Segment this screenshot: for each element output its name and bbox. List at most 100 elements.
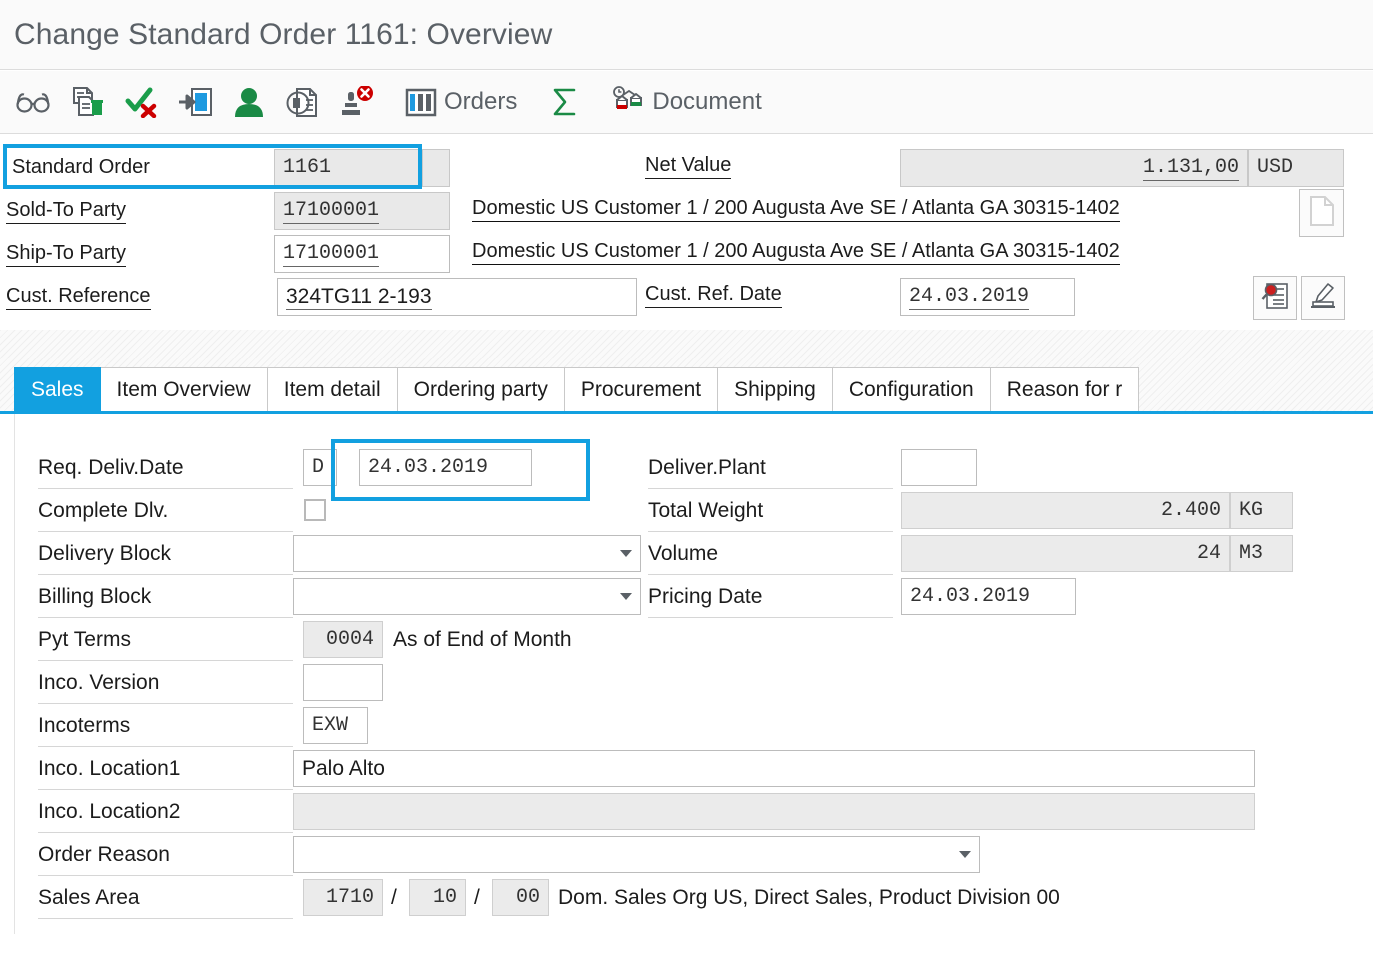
cust-ref-date-value: 24.03.2019	[909, 284, 1030, 310]
sales-area-separator-1: /	[391, 885, 397, 909]
copy-document-button[interactable]	[60, 75, 114, 129]
req-deliv-date-type-value: D	[312, 456, 325, 479]
pyt-terms-description: As of End of Month	[393, 627, 572, 651]
texts-button[interactable]	[1301, 276, 1345, 320]
tab-reason-for-rejection-label: Reason for r	[1006, 378, 1123, 401]
volume-unit-field: M3	[1230, 535, 1293, 572]
inco-location2-label: Inco. Location2	[38, 799, 181, 823]
cust-ref-date-label: Cust. Ref. Date	[645, 281, 782, 308]
order-reason-label: Order Reason	[38, 842, 170, 866]
sold-to-party-label: Sold-To Party	[6, 197, 127, 224]
availability-button[interactable]	[276, 75, 330, 129]
incoterms-field[interactable]: EXW	[303, 707, 368, 744]
delivery-block-dropdown[interactable]	[293, 535, 641, 572]
cust-ref-date-field[interactable]: 24.03.2019	[900, 278, 1075, 316]
sold-to-party-description: Domestic US Customer 1 / 200 Augusta Ave…	[472, 195, 1120, 222]
sold-to-party-field[interactable]: 17100001	[274, 192, 450, 230]
texts-icon	[1309, 282, 1337, 315]
deliver-plant-field[interactable]	[901, 449, 977, 486]
tab-item-detail[interactable]: Item detail	[267, 367, 398, 412]
partner-button[interactable]	[222, 75, 276, 129]
header-row-sold-to: Sold-To Party 17100001 Domestic US Custo…	[0, 189, 1373, 237]
sum-button[interactable]	[538, 75, 592, 129]
header-row-cust-reference: Cust. Reference 324TG11 2-193 Cust. Ref.…	[0, 275, 1373, 320]
sales-area-description: Dom. Sales Org US, Direct Sales, Product…	[558, 885, 1060, 909]
sold-to-party-value: 17100001	[283, 198, 380, 224]
display-mode-button[interactable]	[6, 75, 60, 129]
tab-active-notch	[60, 404, 78, 413]
tab-sales[interactable]: Sales	[14, 367, 101, 412]
tab-strip: Sales Item Overview Item detail Ordering…	[0, 358, 1373, 412]
tab-ordering-party[interactable]: Ordering party	[397, 367, 565, 412]
orders-columns-icon	[405, 86, 437, 118]
incoterms-label: Incoterms	[38, 713, 131, 737]
incompletion-log-button[interactable]	[114, 75, 168, 129]
inco-location1-value: Palo Alto	[302, 756, 385, 780]
ship-to-party-field[interactable]: 17100001	[274, 235, 450, 273]
volume-value: 24	[1196, 542, 1221, 565]
standard-order-field[interactable]: 1161	[274, 149, 422, 187]
tab-procurement[interactable]: Procurement	[564, 367, 719, 412]
document-flow-button[interactable]: Document	[602, 75, 768, 129]
row-incoterms: Incoterms EXW	[15, 704, 1373, 747]
header-separator-strip	[0, 330, 1373, 358]
cust-reference-label: Cust. Reference	[6, 283, 151, 310]
order-header-section: Standard Order 1161 Net Value 1.131,00 U…	[0, 134, 1373, 330]
inco-location1-field[interactable]: Palo Alto	[293, 750, 1255, 787]
tab-item-detail-label: Item detail	[283, 378, 381, 401]
net-value-currency: USD	[1257, 156, 1294, 179]
total-weight-unit-field: KG	[1230, 492, 1293, 529]
header-row-ship-to: Ship-To Party 17100001 Domestic US Custo…	[0, 232, 1373, 274]
stamp-reject-icon	[340, 86, 374, 118]
ship-to-party-description: Domestic US Customer 1 / 200 Augusta Ave…	[472, 238, 1120, 265]
tab-shipping[interactable]: Shipping	[718, 367, 833, 412]
orders-button[interactable]: Orders	[398, 75, 524, 129]
delivery-block-label: Delivery Block	[38, 541, 172, 565]
enter-button[interactable]	[168, 75, 222, 129]
total-weight-unit: KG	[1239, 499, 1264, 522]
standard-order-extension	[422, 149, 450, 187]
tab-ordering-party-label: Ordering party	[413, 378, 548, 401]
tab-list: Sales Item Overview Item detail Ordering…	[14, 367, 1140, 412]
req-deliv-date-label: Req. Deliv.Date	[38, 455, 184, 479]
row-inco-location1: Inco. Location1 Palo Alto	[15, 747, 1373, 790]
req-deliv-date-field[interactable]: 24.03.2019	[359, 449, 532, 486]
tab-reason-for-rejection[interactable]: Reason for r	[990, 367, 1140, 412]
row-inco-location2: Inco. Location2	[15, 790, 1373, 833]
volume-label: Volume	[648, 541, 719, 565]
inco-location1-label: Inco. Location1	[38, 756, 181, 780]
req-deliv-date-value: 24.03.2019	[368, 456, 489, 479]
tab-item-overview[interactable]: Item Overview	[100, 367, 268, 412]
net-value-currency-field: USD	[1248, 149, 1344, 187]
net-value-label: Net Value	[645, 152, 732, 179]
standard-order-label: Standard Order	[12, 156, 150, 178]
pyt-terms-value: 0004	[325, 628, 374, 651]
reject-button[interactable]	[330, 75, 384, 129]
search-document-icon	[1261, 282, 1289, 315]
sheet-button[interactable]	[1299, 189, 1344, 237]
check-cross-icon	[124, 86, 158, 118]
tab-configuration[interactable]: Configuration	[832, 367, 991, 412]
pyt-terms-field[interactable]: 0004	[303, 621, 383, 658]
req-deliv-date-type-field[interactable]: D	[303, 449, 337, 486]
inco-version-field[interactable]	[303, 664, 383, 701]
display-doc-header-button[interactable]	[1253, 276, 1297, 320]
glasses-icon	[16, 88, 50, 116]
complete-dlv-checkbox[interactable]	[304, 499, 326, 521]
pricing-date-label: Pricing Date	[648, 584, 763, 608]
tab-procurement-label: Procurement	[580, 378, 702, 401]
row-delivery-block: Delivery Block Volume 24 M3	[15, 532, 1373, 575]
row-req-deliv-date: Req. Deliv.Date D 24.03.2019 Deliver.Pla…	[15, 446, 1373, 489]
chevron-down-icon	[620, 593, 632, 600]
application-toolbar: Orders Document	[0, 71, 1373, 134]
deliver-plant-label: Deliver.Plant	[648, 455, 766, 479]
document-circle-icon	[286, 86, 320, 118]
net-value-amount: 1.131,00	[1142, 155, 1239, 181]
pricing-date-field[interactable]: 24.03.2019	[901, 578, 1076, 615]
sap-application-window: Change Standard Order 1161: Overview Ord…	[0, 0, 1373, 961]
standard-order-value: 1161	[283, 156, 332, 179]
inco-location2-field	[293, 793, 1255, 830]
order-reason-dropdown[interactable]	[293, 836, 980, 873]
billing-block-dropdown[interactable]	[293, 578, 641, 615]
cust-reference-field[interactable]: 324TG11 2-193	[277, 278, 637, 316]
